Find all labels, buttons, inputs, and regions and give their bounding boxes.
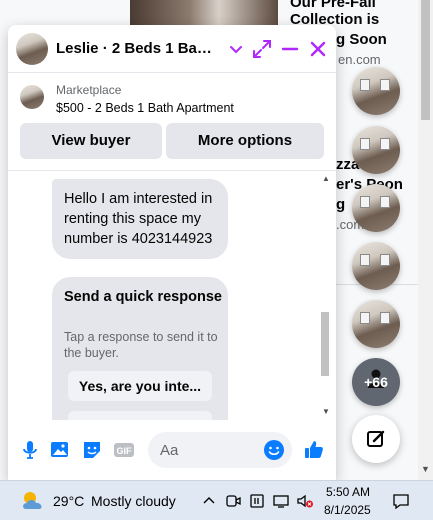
view-buyer-button[interactable]: View buyer	[20, 123, 162, 159]
page-scroll-down-arrow[interactable]: ▼	[418, 462, 433, 476]
microphone-icon[interactable]	[18, 438, 42, 462]
quick-reply-button[interactable]	[68, 411, 212, 420]
listing-title[interactable]: $500 - 2 Beds 1 Bath Apartment	[56, 101, 234, 115]
notification-icon[interactable]	[391, 491, 411, 511]
volume-muted-icon[interactable]	[296, 492, 314, 510]
product-photo	[130, 0, 278, 28]
marketplace-label: Marketplace	[56, 83, 122, 97]
scroll-up-arrow[interactable]: ▲	[322, 174, 330, 183]
photo-icon[interactable]	[48, 438, 72, 462]
compose-icon	[367, 430, 385, 447]
chathead-2[interactable]	[352, 126, 400, 174]
chevron-up-icon[interactable]	[200, 492, 218, 510]
thread-scrollbar[interactable]: ▲ ▼	[318, 170, 334, 420]
chathead-3[interactable]	[352, 184, 400, 232]
marketplace-listing[interactable]: Marketplace $500 - 2 Beds 1 Bath Apartme…	[8, 73, 336, 119]
new-message-button[interactable]	[352, 415, 400, 463]
avatar[interactable]	[16, 33, 48, 65]
weather-temperature[interactable]: 29°C	[53, 493, 84, 509]
quick-reply-button[interactable]: Yes, are you inte...	[68, 371, 212, 401]
quick-response-title: Send a quick response	[64, 289, 222, 305]
weather-icon[interactable]	[20, 489, 48, 513]
bg-heading-line-1: Our Pre-Fall	[290, 0, 376, 11]
chat-title[interactable]: Leslie · 2 Beds 1 Bath ...	[56, 40, 216, 57]
message-thread[interactable]: Hello I am interested in renting this sp…	[8, 170, 336, 420]
emoji-icon[interactable]	[262, 438, 286, 462]
chat-header[interactable]: Leslie · 2 Beds 1 Bath ...	[8, 25, 336, 73]
network-icon[interactable]	[272, 492, 290, 510]
chevron-down-icon[interactable]	[224, 37, 248, 61]
chathead-4[interactable]	[352, 242, 400, 290]
clock-date[interactable]: 8/1/2025	[324, 503, 371, 517]
chathead-1[interactable]	[352, 67, 400, 115]
message-composer: GIF	[8, 425, 336, 475]
more-options-button[interactable]: More options	[166, 123, 324, 159]
svg-text:GIF: GIF	[117, 446, 133, 456]
chat-window: Leslie · 2 Beds 1 Bath ... Marketplace $…	[8, 25, 336, 480]
clock-time[interactable]: 5:50 AM	[326, 485, 370, 499]
quick-response-card: Send a quick response Tap a response to …	[52, 277, 228, 420]
gif-icon[interactable]: GIF	[112, 438, 136, 462]
minimize-icon[interactable]	[278, 37, 302, 61]
sticker-icon[interactable]	[80, 438, 104, 462]
close-icon[interactable]	[306, 37, 330, 61]
taskbar: 29°C Mostly cloudy 5:50 AM 8/1/2025	[0, 480, 433, 520]
thread-scrollbar-thumb[interactable]	[321, 312, 329, 376]
bg-heading-link[interactable]: en.com	[338, 52, 381, 67]
weather-condition[interactable]: Mostly cloudy	[91, 493, 176, 509]
incoming-message: Hello I am interested in renting this sp…	[52, 179, 228, 259]
bg-partial-line-3: g	[336, 196, 346, 213]
page-scrollbar-thumb[interactable]	[421, 0, 430, 120]
meet-now-icon[interactable]	[224, 492, 242, 510]
more-chats-count: +66	[364, 374, 388, 390]
quick-response-subtitle: Tap a response to send it to the buyer.	[64, 330, 218, 360]
bg-heading-line-3: g Soon	[336, 31, 387, 48]
more-chats-bubble[interactable]: +66	[352, 358, 400, 406]
chathead-5[interactable]	[352, 300, 400, 348]
like-icon[interactable]	[302, 438, 326, 462]
expand-icon[interactable]	[250, 37, 274, 61]
scroll-down-arrow[interactable]: ▼	[322, 407, 330, 416]
battery-icon[interactable]	[248, 492, 266, 510]
listing-thumbnail	[20, 85, 44, 109]
